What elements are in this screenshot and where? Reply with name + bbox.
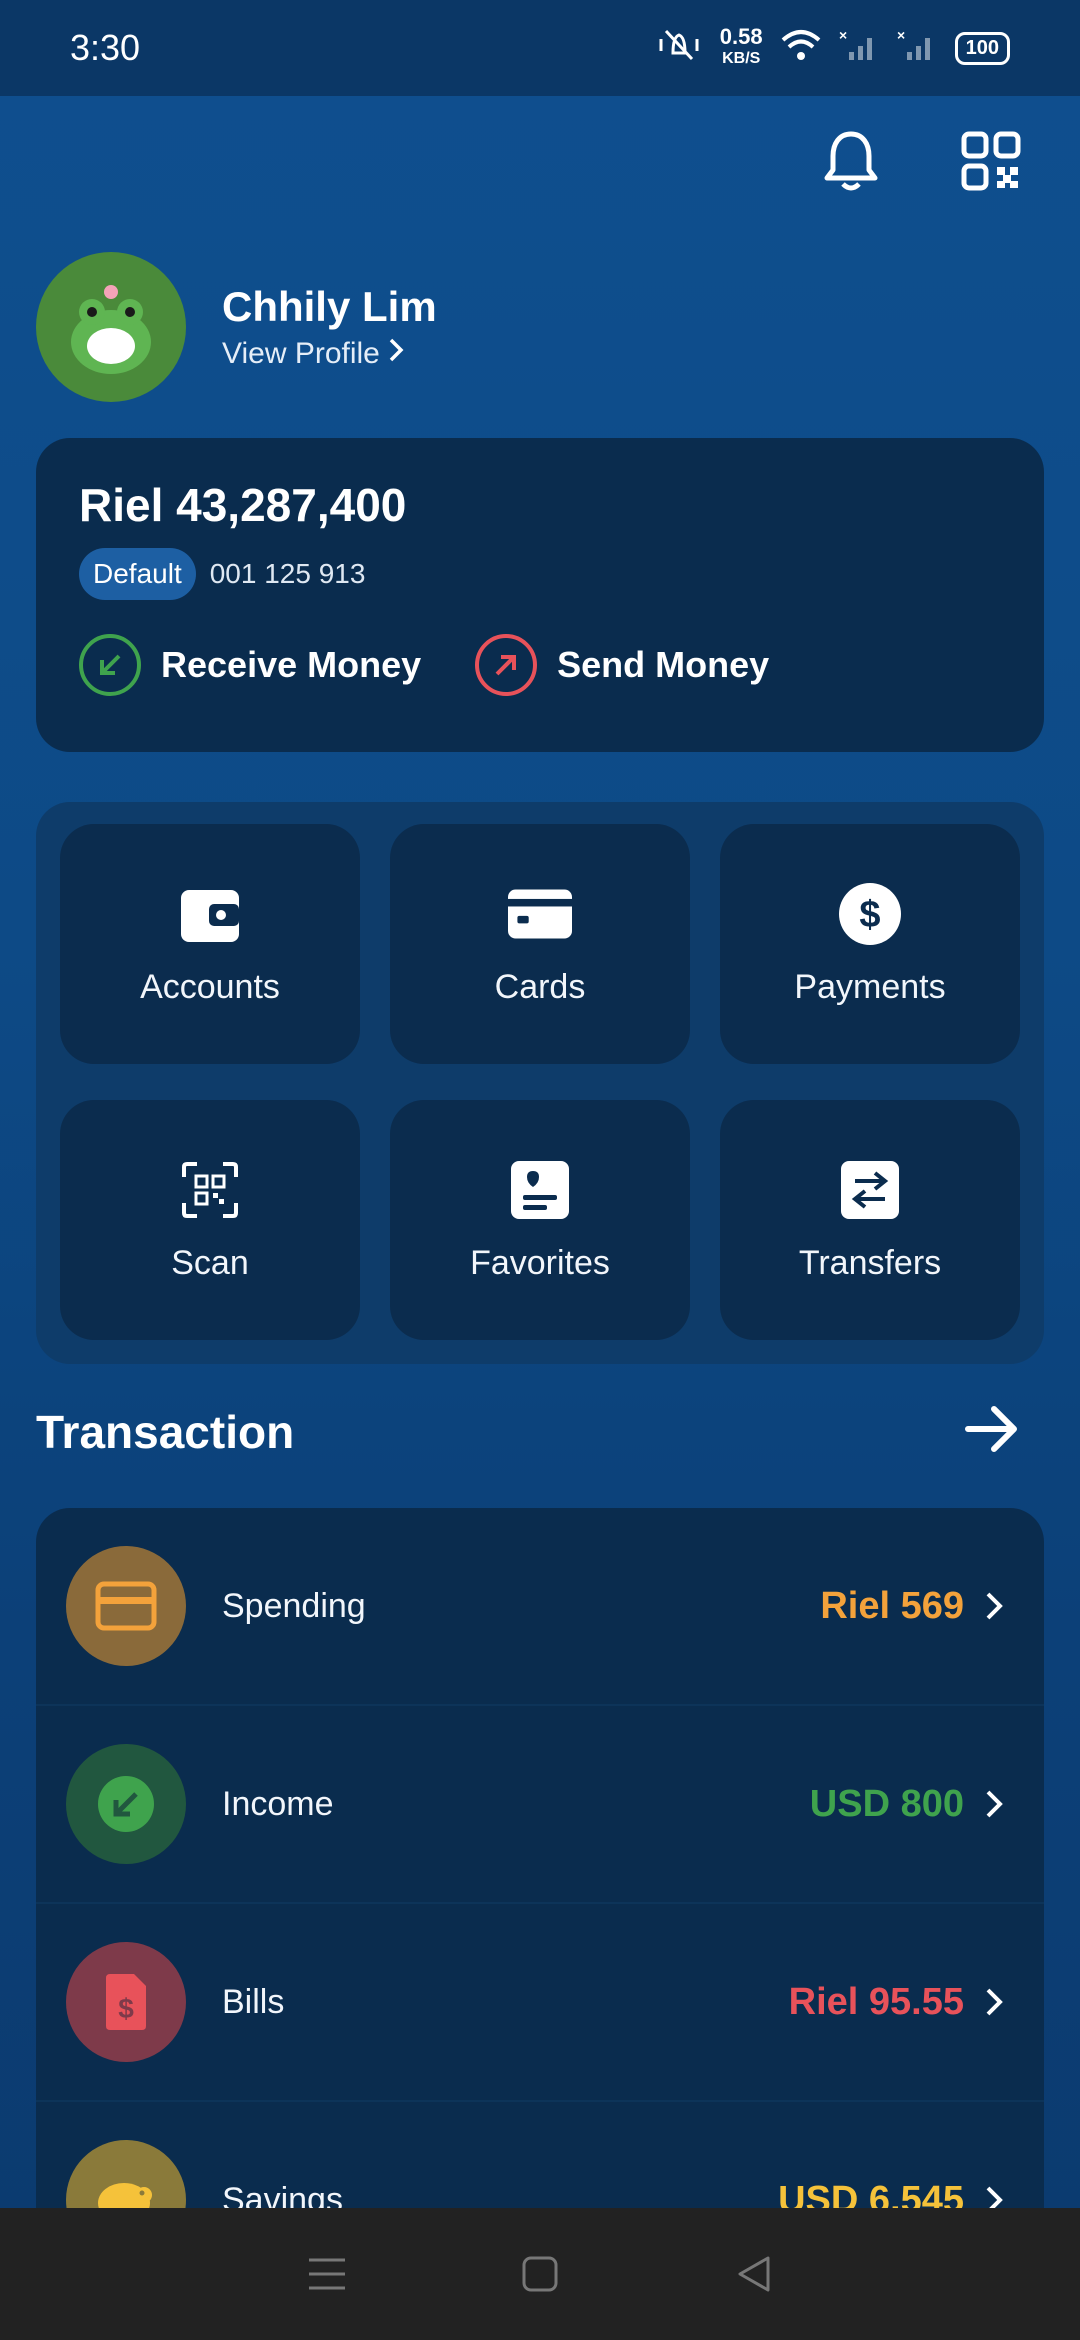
send-money-button[interactable]: Send Money: [475, 634, 769, 696]
chevron-right-icon: [984, 1586, 1014, 1626]
transaction-label: Income: [222, 1784, 334, 1823]
tile-label: Transfers: [798, 1243, 942, 1282]
transaction-label: Spending: [222, 1586, 366, 1625]
svg-text:×: ×: [897, 28, 905, 43]
transaction-amount: Riel 569: [820, 1584, 964, 1627]
signal-icon-2: ×: [897, 27, 937, 69]
chevron-right-icon: [388, 337, 404, 371]
money-actions: Receive Money Send Money: [79, 634, 1001, 696]
tile-label: Payments: [794, 967, 946, 1006]
chevron-right-icon: [984, 1982, 1014, 2022]
transaction-row-savings[interactable]: Savings USD 6,545: [36, 2102, 1044, 2208]
receive-money-label: Receive Money: [161, 644, 422, 685]
balance-card: Riel 43,287,400 Default 001 125 913 Rece…: [36, 438, 1044, 752]
balance-amount: Riel 43,287,400: [79, 479, 407, 531]
transaction-label: Savings: [222, 2180, 343, 2209]
piggy-bank-icon: [66, 2140, 186, 2208]
arrow-down-left-icon: [79, 634, 141, 696]
account-row: Default 001 125 913: [79, 548, 1001, 600]
profile-text: Chhily Lim View Profile: [222, 283, 437, 371]
wifi-icon: [781, 28, 821, 69]
transaction-amount: Riel 95.55: [788, 1980, 964, 2023]
status-icons: 0.58 KB/S × × 100: [656, 26, 1010, 70]
back-icon[interactable]: [723, 2244, 783, 2304]
svg-text:×: ×: [839, 28, 847, 43]
vibrate-icon: [656, 27, 702, 70]
signal-icon: ×: [839, 27, 879, 69]
card-icon: [508, 882, 572, 946]
bell-icon[interactable]: [816, 126, 886, 196]
tile-scan[interactable]: Scan: [60, 1100, 360, 1340]
tile-label: Accounts: [140, 967, 280, 1006]
transaction-title: Transaction: [36, 1405, 295, 1458]
status-bar: 3:30 0.58 KB/S × × 100: [0, 0, 1080, 96]
svg-text:$: $: [118, 1993, 134, 2024]
system-nav-bar: [0, 2208, 1080, 2340]
transaction-label: Bills: [222, 1982, 285, 2021]
svg-text:$: $: [859, 894, 880, 936]
transaction-amount: USD 6,545: [778, 2178, 964, 2209]
transaction-amount: USD 800: [809, 1782, 964, 1825]
bills-icon: $: [66, 1942, 186, 2062]
speed-unit: KB/S: [722, 50, 761, 67]
arrow-up-right-icon: [475, 634, 538, 696]
scan-icon: [178, 1158, 242, 1222]
wallet-icon: [178, 882, 242, 946]
send-money-label: Send Money: [557, 644, 770, 685]
tile-payments[interactable]: $ Payments: [720, 824, 1020, 1064]
view-profile-link[interactable]: View Profile: [222, 337, 437, 371]
profile-section[interactable]: Chhily Lim View Profile: [36, 252, 437, 402]
transfer-icon: [838, 1158, 902, 1222]
dollar-icon: $: [838, 882, 902, 946]
account-number: 001 125 913: [209, 558, 366, 589]
tile-accounts[interactable]: Accounts: [60, 824, 360, 1064]
status-time: 3:30: [70, 27, 141, 68]
menu-grid: Accounts Cards $ Payments Scan Favorites…: [36, 802, 1044, 1364]
transaction-list: Spending Riel 569 Income USD 800 $ Bills…: [36, 1508, 1044, 2208]
favorites-icon: [508, 1158, 572, 1222]
transaction-header: Transaction: [36, 1404, 1020, 1459]
tile-label: Favorites: [470, 1243, 610, 1282]
chevron-right-icon: [984, 1784, 1014, 1824]
top-actions: [816, 126, 1026, 196]
transaction-row-spending[interactable]: Spending Riel 569: [36, 1508, 1044, 1706]
tile-label: Scan: [171, 1243, 249, 1282]
speed-value: 0.58: [719, 24, 763, 49]
battery-indicator: 100: [954, 31, 1010, 65]
arrow-right-icon[interactable]: [964, 1404, 1020, 1459]
receive-money-button[interactable]: Receive Money: [79, 634, 421, 696]
qr-code-icon[interactable]: [956, 126, 1026, 196]
home-icon[interactable]: [510, 2244, 570, 2304]
tile-label: Cards: [494, 967, 586, 1006]
view-profile-label: View Profile: [222, 337, 380, 370]
menu-icon[interactable]: [297, 2244, 357, 2304]
tile-favorites[interactable]: Favorites: [390, 1100, 690, 1340]
profile-name: Chhily Lim: [222, 283, 437, 330]
network-speed: 0.58 KB/S: [720, 26, 763, 70]
tile-transfers[interactable]: Transfers: [720, 1100, 1020, 1340]
avatar[interactable]: [36, 252, 186, 402]
default-badge: Default: [79, 548, 196, 600]
tile-cards[interactable]: Cards: [390, 824, 690, 1064]
income-icon: [66, 1744, 186, 1864]
spending-icon: [66, 1546, 186, 1666]
chevron-right-icon: [984, 2180, 1014, 2208]
transaction-row-income[interactable]: Income USD 800: [36, 1706, 1044, 1904]
transaction-row-bills[interactable]: $ Bills Riel 95.55: [36, 1904, 1044, 2102]
